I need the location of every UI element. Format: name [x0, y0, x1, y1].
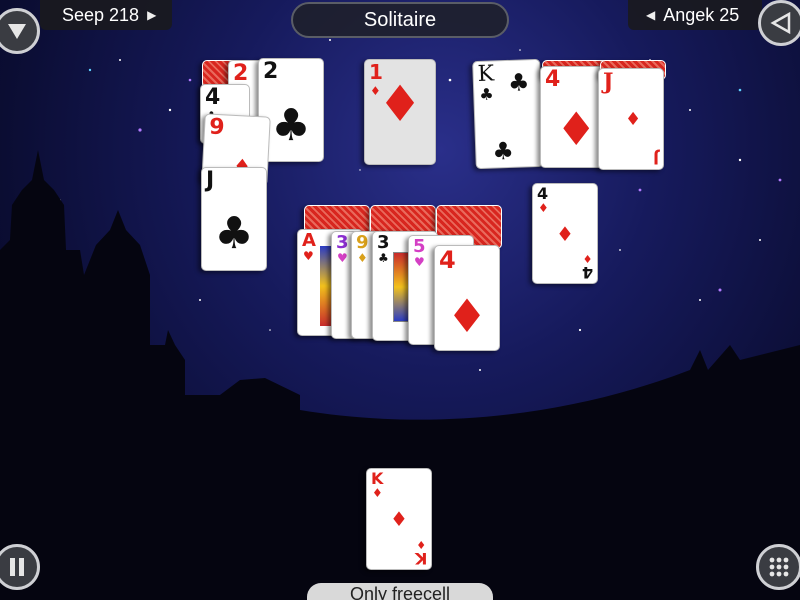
- back-button[interactable]: [758, 0, 800, 46]
- card-suit: ♣: [378, 251, 389, 265]
- freecell-card-k-diamonds[interactable]: K ♦ ♦ K ♦: [366, 468, 432, 570]
- left-score-label: Seep 218: [62, 4, 140, 25]
- card-rank: 3: [377, 232, 390, 253]
- grid-dots-icon: [769, 557, 789, 577]
- card-pip: ♦: [446, 288, 488, 343]
- fan-card-4-diamonds[interactable]: 4 ♦: [434, 245, 500, 351]
- card-suit: ♥: [303, 249, 314, 263]
- left-arrow-icon[interactable]: ◀: [646, 8, 655, 22]
- card-pip: ♣: [214, 208, 254, 260]
- card-corner: K ♦: [414, 538, 427, 568]
- card-pip: ♦: [555, 102, 597, 156]
- card-suit: ♥: [337, 251, 348, 265]
- card-rank: 9: [356, 232, 369, 253]
- card-1-diamonds[interactable]: 1 ♦ ♦: [364, 59, 436, 165]
- card-suit: ♣: [478, 84, 494, 104]
- card-rank: 5: [413, 236, 426, 257]
- pause-icon: [10, 558, 24, 576]
- card-rank: 4: [439, 246, 456, 274]
- right-score: ◀ Angek 25: [628, 0, 762, 30]
- left-score: Seep 218 ▶: [40, 0, 172, 30]
- card-rank: A: [302, 230, 316, 251]
- card-rank: 4: [205, 85, 221, 110]
- card-rank: 4: [545, 67, 561, 92]
- bottom-mode-label: Only freecell: [307, 583, 493, 600]
- card-rank: 9: [208, 114, 226, 141]
- card-pip: ♦: [390, 507, 408, 531]
- card-pip: ♣: [507, 68, 530, 97]
- card-pip: ♣: [271, 100, 311, 152]
- card-j-clubs[interactable]: J ♣: [201, 167, 267, 271]
- card-corner: 4 ♦: [581, 252, 593, 282]
- page-title: Solitaire: [291, 2, 509, 38]
- card-rank: 4: [537, 184, 549, 203]
- card-rank: J: [206, 168, 215, 193]
- left-triangle-icon: [770, 12, 791, 34]
- card-rank: K: [477, 61, 495, 88]
- card-rank: 3: [336, 232, 349, 253]
- card-4-diamonds-single[interactable]: 4 ♦ ♦ 4 ♦: [532, 183, 598, 284]
- card-pip: ♦: [377, 74, 423, 133]
- card-corner: J: [653, 149, 659, 168]
- card-suit: ♦: [538, 201, 549, 215]
- card-4-diamonds[interactable]: 4 ♦: [540, 66, 606, 168]
- card-rank: 2: [263, 59, 279, 84]
- right-score-label: Angek 25: [663, 4, 740, 25]
- card-suit: ♦: [357, 251, 368, 265]
- card-k-clubs[interactable]: K ♣ ♣ ♣: [472, 58, 544, 170]
- card-suit: ♦: [625, 109, 642, 130]
- grid-menu-button[interactable]: [756, 544, 800, 590]
- card-j-diamonds[interactable]: J ♦ J: [598, 68, 664, 170]
- card-pip: ♣: [491, 136, 515, 166]
- card-rank: K: [371, 469, 384, 488]
- card-pip: ♦: [556, 221, 574, 246]
- card-suit: ♥: [414, 255, 425, 269]
- card-suit: ♦: [372, 486, 383, 500]
- card-rank: 2: [233, 61, 249, 86]
- right-arrow-icon[interactable]: ▶: [147, 8, 156, 22]
- card-rank: J: [603, 69, 614, 95]
- down-triangle-icon: [8, 24, 26, 39]
